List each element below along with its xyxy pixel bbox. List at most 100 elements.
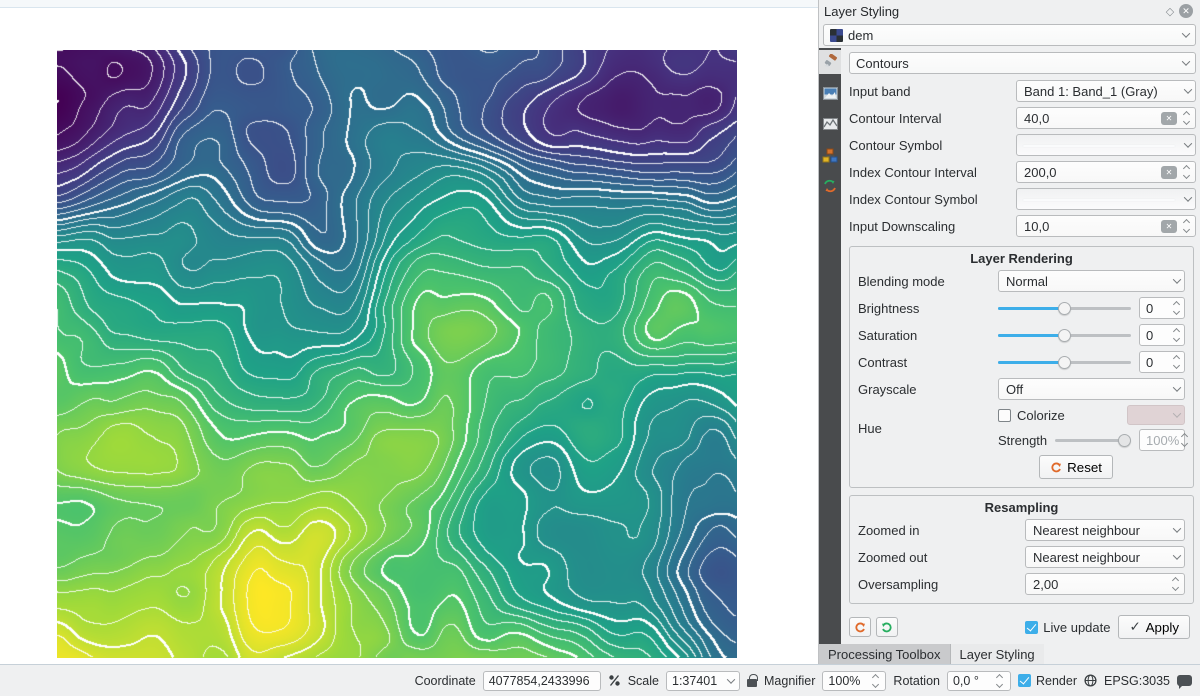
render-toggle[interactable]: Render [1018,674,1077,688]
layer-select-value: dem [848,28,1178,43]
close-icon: ✕ [1179,4,1193,18]
strength-slider[interactable] [1055,433,1131,447]
magnifier-spinbox[interactable]: 100% [822,671,886,691]
chevron-down-icon [1182,29,1190,37]
panel-title: Layer Styling [824,4,1162,19]
attributes-tab[interactable] [819,143,841,167]
contour-interval-spinbox[interactable]: 40,0 ✕ [1016,107,1196,129]
colorize-color-combo[interactable] [1127,405,1185,425]
styling-tabs-strip [819,48,841,644]
render-checkbox[interactable] [1018,674,1031,687]
map-canvas[interactable] [57,50,737,658]
paintbrush-icon [822,54,838,70]
index-contour-interval-label: Index Contour Interval [849,165,1016,180]
spinner-arrows[interactable] [1179,434,1189,446]
chevron-down-icon [1184,85,1192,93]
history-arrows-icon [822,178,838,194]
contrast-spinbox[interactable]: 0 [1139,351,1185,373]
clear-field-icon[interactable]: ✕ [1161,112,1177,125]
extents-toggle-button[interactable] [608,674,621,687]
clear-field-icon[interactable]: ✕ [1161,220,1177,233]
grayscale-combo[interactable]: Off [998,378,1185,400]
spinner-arrows[interactable] [1181,220,1191,232]
chevron-down-icon [1173,524,1181,532]
chevron-down-icon [1173,551,1181,559]
index-contour-symbol-label: Index Contour Symbol [849,192,1016,207]
tab-processing-toolbox[interactable]: Processing Toolbox [819,644,951,664]
layer-rendering-group: Layer Rendering Blending mode Normal Bri… [849,246,1194,488]
redo-icon [881,621,893,633]
symbology-content: Contours Input band Band 1: Band_1 (Gray… [841,48,1200,644]
spinner-arrows[interactable] [870,675,880,687]
strength-spinbox[interactable]: 100% [1139,429,1185,451]
contrast-slider[interactable] [998,355,1131,369]
transparency-tab[interactable] [819,81,841,105]
scale-label: Scale [628,674,659,688]
messages-button[interactable] [1177,675,1192,686]
spinner-arrows[interactable] [1171,329,1181,341]
saturation-slider[interactable] [998,328,1131,342]
scale-combo[interactable]: 1:37401 [666,671,740,691]
input-downscaling-spinbox[interactable]: 10,0 ✕ [1016,215,1196,237]
brightness-slider[interactable] [998,301,1131,315]
tab-layer-styling[interactable]: Layer Styling [951,644,1044,664]
resampling-title: Resampling [858,499,1185,519]
spinner-arrows[interactable] [1171,302,1181,314]
magnifier-label: Magnifier [764,674,815,688]
panel-footer: Live update ✓ Apply [849,614,1196,644]
index-contour-interval-spinbox[interactable]: 200,0 ✕ [1016,161,1196,183]
blending-mode-value: Normal [1006,274,1170,289]
coordinate-input[interactable]: 4077854,2433996 [483,671,601,691]
reset-button[interactable]: Reset [1039,455,1113,479]
layer-styling-panel: Layer Styling ◇ ✕ dem [818,0,1200,664]
brightness-spinbox[interactable]: 0 [1139,297,1185,319]
undo-style-button[interactable] [849,617,871,637]
clear-field-icon[interactable]: ✕ [1161,166,1177,179]
render-label: Render [1036,674,1077,688]
input-downscaling-value: 10,0 [1024,219,1157,234]
oversampling-label: Oversampling [858,577,1025,592]
live-update-checkbox[interactable] [1025,621,1038,634]
spinner-arrows[interactable] [1181,112,1191,124]
oversampling-spinbox[interactable]: 2,00 [1025,573,1185,595]
attributes-icon [822,148,838,163]
spinner-arrows[interactable] [1170,578,1180,590]
undo-icon [854,621,866,633]
contour-symbol-combo[interactable] [1016,134,1196,156]
globe-icon [1084,674,1097,687]
lock-scale-button[interactable] [747,674,757,687]
symbology-tab[interactable] [819,50,841,74]
input-band-combo[interactable]: Band 1: Band_1 (Gray) [1016,80,1196,102]
dock-tabbar: Processing Toolbox Layer Styling [819,644,1200,664]
crs-status-button[interactable] [1084,674,1097,687]
spinner-arrows[interactable] [1181,166,1191,178]
hue-label: Hue [858,405,998,451]
blending-mode-combo[interactable]: Normal [998,270,1185,292]
saturation-spinbox[interactable]: 0 [1139,324,1185,346]
layer-select-combo[interactable]: dem [823,24,1196,46]
contrast-label: Contrast [858,355,998,370]
float-panel-icon[interactable]: ◇ [1162,3,1178,19]
panel-header: Layer Styling ◇ ✕ [819,0,1200,22]
contour-interval-label: Contour Interval [849,111,1016,126]
blending-mode-label: Blending mode [858,274,998,289]
redo-style-button[interactable] [876,617,898,637]
zoomed-out-combo[interactable]: Nearest neighbour [1025,546,1185,568]
index-contour-symbol-combo[interactable] [1016,188,1196,210]
histogram-tab[interactable] [819,112,841,136]
saturation-label: Saturation [858,328,998,343]
colorize-label: Colorize [1017,408,1065,423]
close-panel-button[interactable]: ✕ [1178,3,1194,19]
rotation-spinbox[interactable]: 0,0 ° [947,671,1011,691]
toolbar-edge [0,0,818,8]
spinner-arrows[interactable] [995,675,1005,687]
zoomed-in-combo[interactable]: Nearest neighbour [1025,519,1185,541]
history-tab[interactable] [819,174,841,198]
brightness-label: Brightness [858,301,998,316]
renderer-combo[interactable]: Contours [849,52,1196,74]
spinner-arrows[interactable] [1171,356,1181,368]
input-band-value: Band 1: Band_1 (Gray) [1024,84,1181,99]
apply-button[interactable]: ✓ Apply [1118,615,1190,639]
colorize-checkbox[interactable] [998,409,1011,422]
live-update-toggle[interactable]: Live update [1025,620,1110,635]
